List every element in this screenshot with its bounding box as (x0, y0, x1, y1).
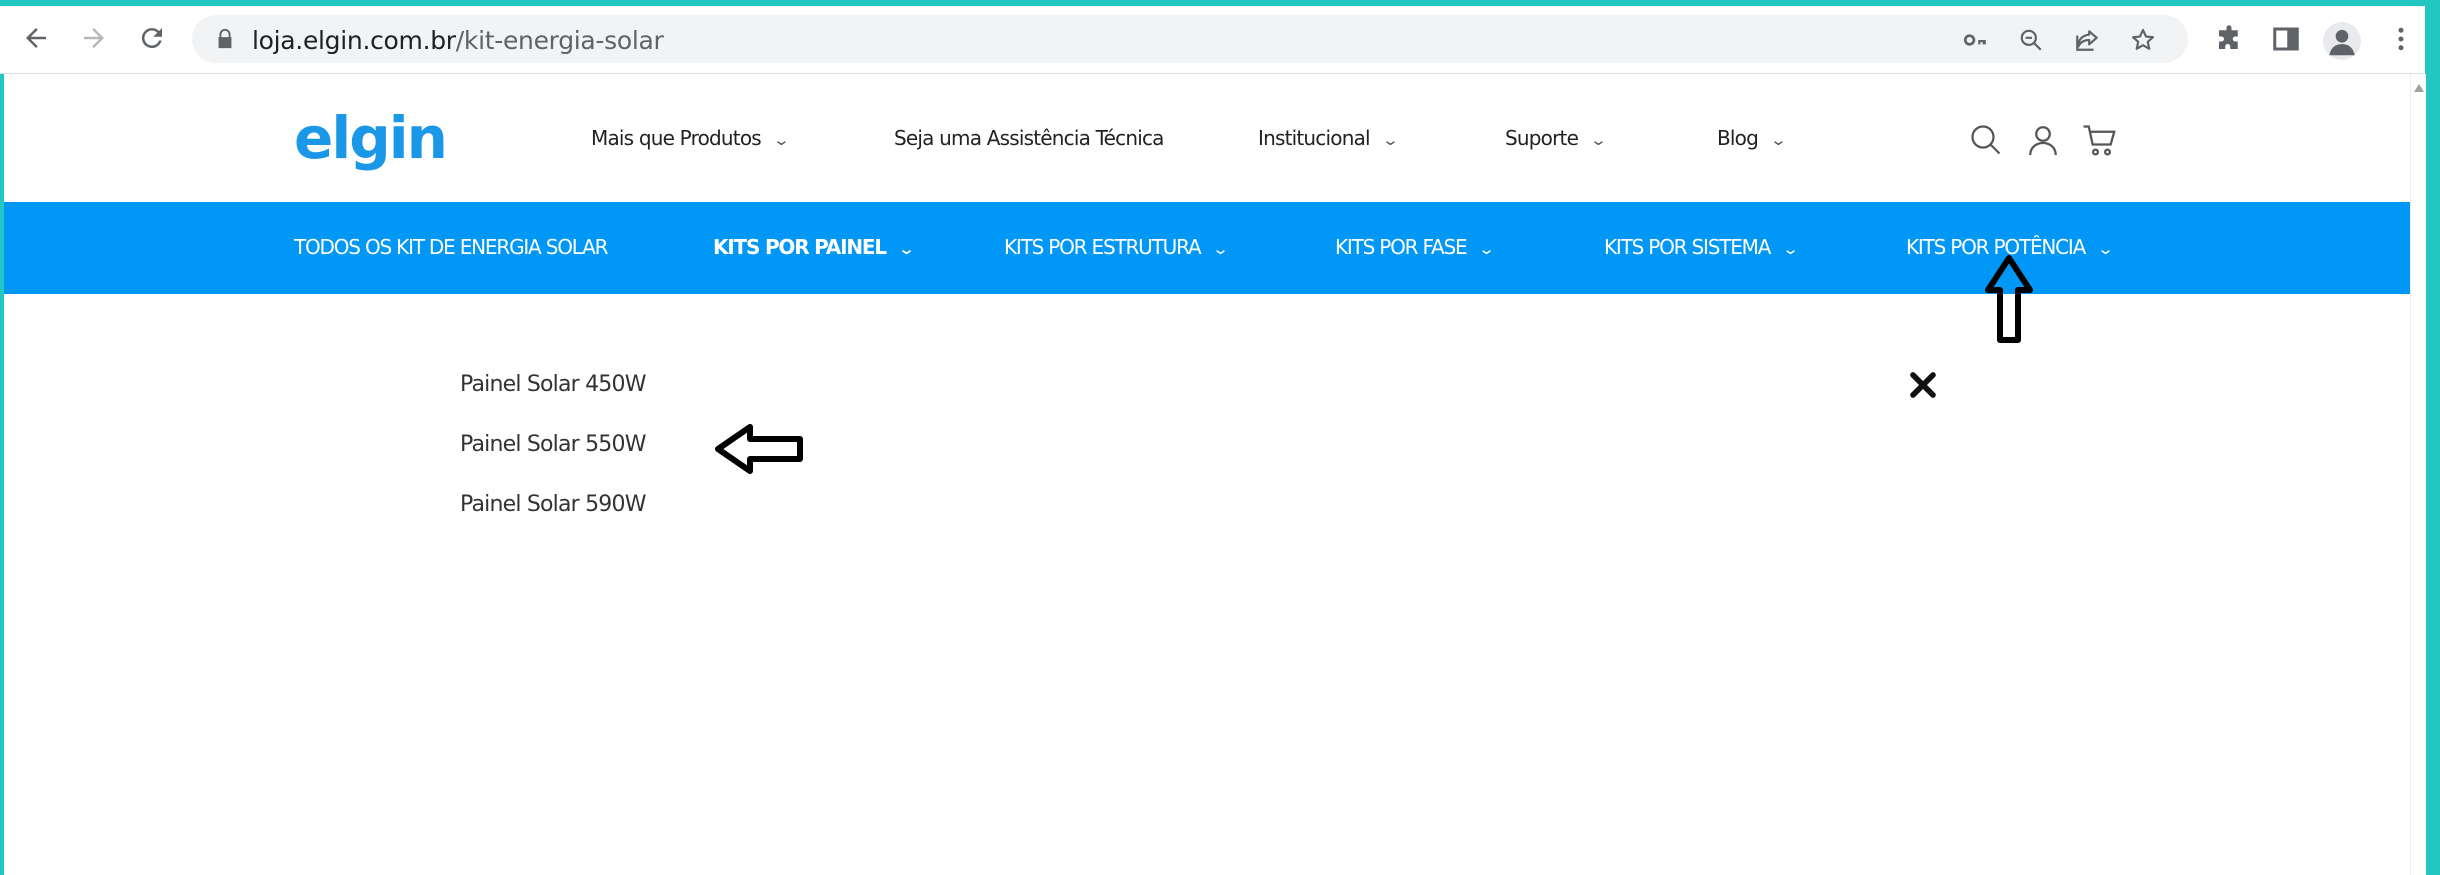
share-icon[interactable] (2074, 27, 2100, 53)
nav-suporte[interactable]: Suporte ⌄ (1505, 126, 1608, 150)
category-label: KITS POR ESTRUTURA (1004, 235, 1202, 259)
category-label: KITS POR PAINEL (713, 235, 887, 259)
bookmark-star-icon[interactable] (2130, 27, 2156, 53)
nav-label: Blog (1717, 126, 1759, 150)
chevron-down-icon: ⌄ (1478, 240, 1496, 258)
cart-icon[interactable] (2082, 122, 2118, 158)
page-scrollbar[interactable] (2410, 74, 2426, 875)
category-kits-por-estrutura[interactable]: KITS POR ESTRUTURA ⌄ (1004, 235, 1230, 259)
forward-arrow-icon (84, 28, 104, 48)
url-path: /kit-energia-solar (455, 26, 664, 55)
close-icon[interactable] (1908, 370, 1938, 400)
elgin-logo[interactable]: elgin (294, 104, 448, 172)
chevron-down-icon: ⌄ (1589, 131, 1608, 149)
chevron-down-icon: ⌄ (772, 131, 791, 149)
lock-icon (218, 28, 232, 49)
category-todos-os-kits[interactable]: TODOS OS KIT DE ENERGIA SOLAR (294, 235, 609, 259)
scroll-up-arrow-icon[interactable] (2414, 84, 2424, 92)
address-bar[interactable]: loja.elgin.com.br/kit-energia-solar (192, 15, 2188, 63)
web-page: elgin Mais que Produtos ⌄ Seja uma Assist… (4, 74, 2410, 875)
annotation-up-arrow-icon (1985, 255, 2033, 343)
kebab-menu-icon[interactable] (2386, 24, 2416, 54)
nav-mais-que-produtos[interactable]: Mais que Produtos ⌄ (591, 126, 791, 150)
category-kits-por-painel[interactable]: KITS POR PAINEL ⌄ (713, 235, 916, 259)
category-menu-bar: TODOS OS KIT DE ENERGIA SOLAR KITS POR P… (4, 202, 2410, 294)
user-icon[interactable] (2025, 122, 2061, 158)
nav-institucional[interactable]: Institucional ⌄ (1258, 126, 1399, 150)
chevron-down-icon: ⌄ (1212, 240, 1230, 258)
nav-label: Suporte (1505, 126, 1579, 150)
nav-label: Mais que Produtos (591, 126, 762, 150)
nav-label: Institucional (1258, 126, 1371, 150)
reload-button[interactable] (132, 18, 172, 58)
back-arrow-icon (26, 28, 46, 48)
url-host: loja.elgin.com.br (252, 26, 456, 55)
chevron-down-icon: ⌄ (1769, 131, 1788, 149)
nav-label: Seja uma Assistência Técnica (894, 126, 1164, 150)
zoom-out-icon[interactable] (2018, 27, 2044, 53)
category-label: KITS POR SISTEMA (1604, 235, 1771, 259)
nav-assistencia-tecnica[interactable]: Seja uma Assistência Técnica (894, 126, 1164, 150)
key-icon[interactable] (1962, 27, 1988, 53)
chevron-down-icon: ⌄ (897, 240, 916, 258)
category-kits-por-fase[interactable]: KITS POR FASE ⌄ (1335, 235, 1496, 259)
window-frame-right (2425, 6, 2440, 875)
category-label: KITS POR FASE (1335, 235, 1468, 259)
dropdown-item-painel-450w[interactable]: Painel Solar 450W (460, 372, 646, 397)
chevron-down-icon: ⌄ (1781, 240, 1800, 258)
reload-icon (141, 28, 162, 49)
profile-avatar[interactable] (2323, 22, 2361, 60)
chevron-down-icon: ⌄ (1381, 131, 1399, 149)
search-icon[interactable] (1968, 122, 2004, 158)
browser-toolbar: loja.elgin.com.br/kit-energia-solar (0, 6, 2425, 74)
dropdown-item-painel-550w[interactable]: Painel Solar 550W (460, 432, 646, 457)
category-kits-por-sistema[interactable]: KITS POR SISTEMA ⌄ (1604, 235, 1800, 259)
annotation-left-arrow-icon (715, 424, 803, 474)
nav-blog[interactable]: Blog ⌄ (1717, 126, 1788, 150)
forward-button[interactable] (74, 18, 114, 58)
side-panel-icon[interactable] (2271, 24, 2301, 54)
chevron-down-icon: ⌄ (2096, 240, 2115, 258)
back-button[interactable] (16, 18, 56, 58)
url-text: loja.elgin.com.br/kit-energia-solar (252, 26, 664, 55)
dropdown-item-painel-590w[interactable]: Painel Solar 590W (460, 492, 646, 517)
person-icon (2329, 29, 2355, 56)
extensions-puzzle-icon[interactable] (2214, 24, 2244, 54)
category-label: TODOS OS KIT DE ENERGIA SOLAR (294, 235, 609, 259)
